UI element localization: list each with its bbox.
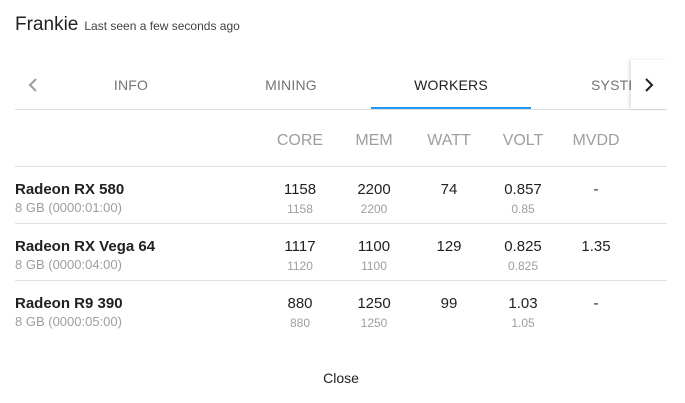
column-header-mvdd: MVDD [572, 132, 620, 149]
gpu-details: 8 GB (0000:05:00) [15, 314, 122, 329]
tab-bar: INFO MINING WORKERS SYSTEM [15, 60, 667, 110]
mvdd-cell: - [561, 295, 631, 312]
watt-value: 99 [440, 295, 458, 312]
table-row: Radeon R9 390 8 GB (0000:05:00) 880 880 1… [15, 281, 667, 338]
table-row: Radeon RX 580 8 GB (0000:01:00) 1158 1158… [15, 167, 667, 224]
gpu-name: Radeon RX Vega 64 [15, 238, 156, 255]
volt-cell: 0.857 0.85 [488, 181, 558, 216]
watt-value: 74 [440, 181, 458, 198]
watt-cell: 74 [414, 181, 484, 198]
mvdd-cell: 1.35 [561, 238, 631, 255]
column-header-volt: VOLT [502, 132, 544, 149]
core-value: 880 [287, 295, 313, 312]
column-header-watt: WATT [427, 132, 471, 149]
mem-target: 1250 [360, 316, 388, 330]
core-cell: 1117 1120 [265, 238, 335, 273]
gpu-details: 8 GB (0000:04:00) [15, 257, 122, 272]
mem-target: 2200 [360, 202, 388, 216]
tab-info[interactable]: INFO [51, 60, 211, 109]
gpu-name: Radeon R9 390 [15, 295, 123, 312]
tab-workers[interactable]: WORKERS [371, 60, 531, 109]
volt-cell: 1.03 1.05 [488, 295, 558, 330]
core-target: 1120 [287, 259, 313, 273]
core-target: 1158 [287, 202, 313, 216]
rig-name: Frankie [15, 14, 79, 35]
tab-mining[interactable]: MINING [211, 60, 371, 109]
tab-system[interactable]: SYSTEM [591, 60, 631, 109]
watt-cell: 99 [414, 295, 484, 312]
chevron-left-icon[interactable] [15, 60, 51, 109]
mem-cell: 1250 1250 [339, 295, 409, 330]
gpu-details: 8 GB (0000:01:00) [15, 200, 122, 215]
core-cell: 1158 1158 [265, 181, 335, 216]
mem-value: 2200 [357, 181, 391, 198]
mem-value: 1100 [357, 238, 391, 255]
last-seen-text: Last seen a few seconds ago [84, 19, 240, 33]
dialog-header: Frankie Last seen a few seconds ago [15, 14, 240, 36]
column-header-mem: MEM [355, 132, 393, 149]
table-row: Radeon RX Vega 64 8 GB (0000:04:00) 1117… [15, 224, 667, 281]
active-tab-indicator [371, 107, 531, 109]
mvdd-value: - [593, 181, 599, 198]
chevron-right-icon[interactable] [631, 60, 667, 109]
volt-cell: 0.825 0.825 [488, 238, 558, 273]
tab-list: INFO MINING WORKERS SYSTEM [51, 60, 631, 109]
gpu-name: Radeon RX 580 [15, 181, 125, 198]
mem-target: 1100 [361, 259, 387, 273]
workers-table: CORE MEM WATT VOLT MVDD Radeon RX 580 8 … [15, 110, 667, 338]
volt-target: 0.85 [511, 202, 535, 216]
mvdd-value: 1.35 [581, 238, 611, 255]
volt-target: 0.825 [507, 259, 539, 273]
column-header-core: CORE [276, 132, 324, 149]
close-button[interactable]: Close [300, 366, 382, 390]
volt-value: 0.825 [504, 238, 542, 255]
mem-value: 1250 [357, 295, 391, 312]
table-header: CORE MEM WATT VOLT MVDD [15, 110, 667, 167]
volt-target: 1.05 [511, 316, 535, 330]
mem-cell: 2200 2200 [339, 181, 409, 216]
mvdd-cell: - [561, 181, 631, 198]
volt-value: 1.03 [508, 295, 538, 312]
core-value: 1158 [283, 181, 317, 198]
mvdd-value: - [593, 295, 599, 312]
watt-cell: 129 [414, 238, 484, 255]
core-value: 1117 [284, 238, 316, 255]
core-cell: 880 880 [265, 295, 335, 330]
volt-value: 0.857 [504, 181, 542, 198]
watt-value: 129 [436, 238, 462, 255]
core-target: 880 [289, 316, 311, 330]
mem-cell: 1100 1100 [339, 238, 409, 273]
